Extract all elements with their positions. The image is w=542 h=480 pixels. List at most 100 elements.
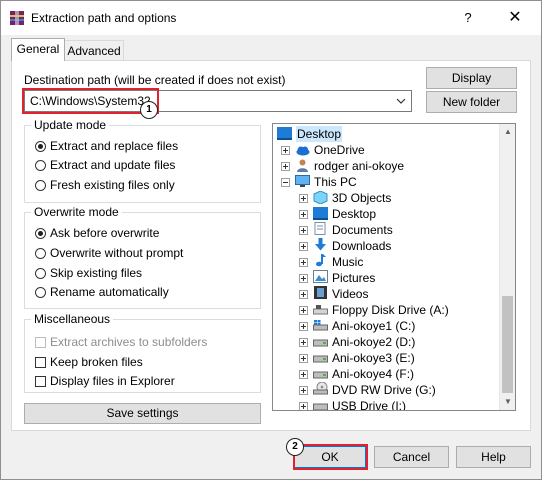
display-button[interactable]: Display: [426, 67, 517, 89]
tree-item-label: USB Drive (I:): [332, 399, 407, 411]
tab-general-label: General: [16, 42, 60, 56]
tree-item-label: Ani-okoye2 (D:): [332, 335, 416, 349]
tab-general[interactable]: General: [11, 38, 65, 61]
music-note-icon: [316, 254, 326, 267]
step-badge-1: 1: [140, 101, 158, 119]
new-folder-button[interactable]: New folder: [426, 91, 517, 113]
hard-drive-icon: [313, 371, 328, 379]
radio-label: Fresh existing files only: [50, 178, 175, 192]
document-icon: [314, 222, 326, 235]
tree-item-label: Music: [332, 255, 364, 269]
radio-overwrite-without-prompt[interactable]: Overwrite without prompt: [35, 245, 183, 261]
tree-scrollbar[interactable]: ▲ ▼: [499, 124, 515, 410]
expand-icon[interactable]: [299, 210, 308, 219]
checkbox-indicator[interactable]: [35, 376, 46, 388]
radio-label: Rename automatically: [50, 285, 169, 299]
hard-drive-icon: [313, 355, 328, 363]
cancel-button[interactable]: Cancel: [374, 446, 449, 468]
radio-selected-indicator[interactable]: [35, 141, 46, 153]
expand-icon[interactable]: [299, 274, 308, 283]
radio-label: Extract and update files: [50, 158, 176, 172]
collapse-icon[interactable]: [281, 178, 290, 187]
radio-label: Ask before overwrite: [50, 226, 160, 240]
destination-highlight: [22, 88, 159, 114]
expand-icon[interactable]: [299, 354, 308, 363]
save-settings-button[interactable]: Save settings: [24, 403, 261, 424]
radio-indicator[interactable]: [35, 268, 46, 280]
radio-extract-replace[interactable]: Extract and replace files: [35, 138, 178, 154]
usb-drive-icon: [313, 403, 328, 410]
radio-label: Extract and replace files: [50, 139, 179, 153]
film-icon: [314, 286, 327, 299]
checkbox-label: Display files in Explorer: [50, 374, 175, 388]
radio-skip-existing[interactable]: Skip existing files: [35, 265, 142, 281]
scroll-up-icon[interactable]: ▲: [500, 124, 515, 140]
winrar-app-icon: [10, 11, 24, 25]
radio-label: Skip existing files: [50, 266, 143, 280]
tree-item-label: 3D Objects: [332, 191, 392, 205]
step-badge-2: 2: [286, 438, 304, 456]
checkbox-extract-subfolders[interactable]: Extract archives to subfolders: [35, 334, 207, 350]
radio-indicator[interactable]: [35, 180, 46, 192]
radio-label: Overwrite without prompt: [50, 246, 184, 260]
expand-icon[interactable]: [281, 162, 290, 171]
tree-item-label: Documents: [332, 223, 393, 237]
radio-ask-before-overwrite[interactable]: Ask before overwrite: [35, 225, 159, 241]
checkbox-label: Extract archives to subfolders: [50, 335, 208, 349]
tab-advanced-label: Advanced: [67, 44, 121, 58]
user-icon: [297, 159, 308, 172]
expand-icon[interactable]: [299, 306, 308, 315]
expand-icon[interactable]: [299, 226, 308, 235]
expand-icon[interactable]: [281, 146, 290, 155]
checkbox-label: Keep broken files: [50, 355, 143, 369]
radio-extract-update[interactable]: Extract and update files: [35, 157, 175, 173]
tab-advanced[interactable]: Advanced: [64, 40, 124, 61]
radio-rename-automatically[interactable]: Rename automatically: [35, 284, 169, 300]
picture-icon: [313, 270, 328, 283]
dvd-icon: [313, 382, 328, 395]
checkbox-display-in-explorer[interactable]: Display files in Explorer: [35, 373, 175, 389]
chevron-down-icon[interactable]: [396, 98, 406, 104]
checkbox-indicator[interactable]: [35, 357, 46, 369]
expand-icon[interactable]: [299, 194, 308, 203]
checkbox-keep-broken-files[interactable]: Keep broken files: [35, 354, 143, 370]
title-bar[interactable]: Extraction path and options ? ✕: [1, 1, 541, 35]
expand-icon[interactable]: [299, 290, 308, 299]
tree-item-label: Ani-okoye4 (F:): [332, 367, 415, 381]
tree-item-label: Videos: [332, 287, 369, 301]
tree-item-label: Ani-okoye1 (C:): [332, 319, 416, 333]
expand-icon[interactable]: [299, 242, 308, 251]
folder-tree[interactable]: Desktop OneDrive rodger ani-okoye This P…: [272, 123, 516, 411]
hard-drive-icon: [313, 339, 328, 347]
tree-item-label: Desktop: [332, 207, 377, 221]
tree-item-label: OneDrive: [314, 143, 365, 157]
windows-drive-icon: [313, 320, 328, 331]
cube-icon: [313, 191, 328, 204]
radio-fresh-existing[interactable]: Fresh existing files only: [35, 177, 175, 193]
desktop-folder-icon: [313, 207, 328, 220]
window-title: Extraction path and options: [31, 11, 177, 25]
desktop-blue-icon: [277, 127, 292, 140]
expand-icon[interactable]: [299, 386, 308, 395]
radio-indicator[interactable]: [35, 160, 46, 172]
help-button[interactable]: Help: [456, 446, 531, 468]
checkbox-indicator[interactable]: [35, 337, 46, 349]
scrollbar-thumb[interactable]: [502, 296, 513, 393]
radio-selected-indicator[interactable]: [35, 228, 46, 240]
expand-icon[interactable]: [299, 322, 308, 331]
expand-icon[interactable]: [299, 402, 308, 410]
monitor-icon: [295, 175, 310, 187]
close-icon[interactable]: ✕: [501, 7, 529, 29]
overwrite-mode-title: Overwrite mode: [31, 205, 122, 219]
miscellaneous-title: Miscellaneous: [31, 312, 114, 326]
tree-item-label: Pictures: [332, 271, 376, 285]
radio-indicator[interactable]: [35, 287, 46, 299]
scroll-down-icon[interactable]: ▼: [500, 394, 515, 410]
cloud-icon: [296, 146, 310, 156]
radio-indicator[interactable]: [35, 248, 46, 260]
expand-icon[interactable]: [299, 258, 308, 267]
title-help-button[interactable]: ?: [457, 8, 479, 28]
expand-icon[interactable]: [299, 370, 308, 379]
expand-icon[interactable]: [299, 338, 308, 347]
tree-item-label: Ani-okoye3 (E:): [332, 351, 415, 365]
